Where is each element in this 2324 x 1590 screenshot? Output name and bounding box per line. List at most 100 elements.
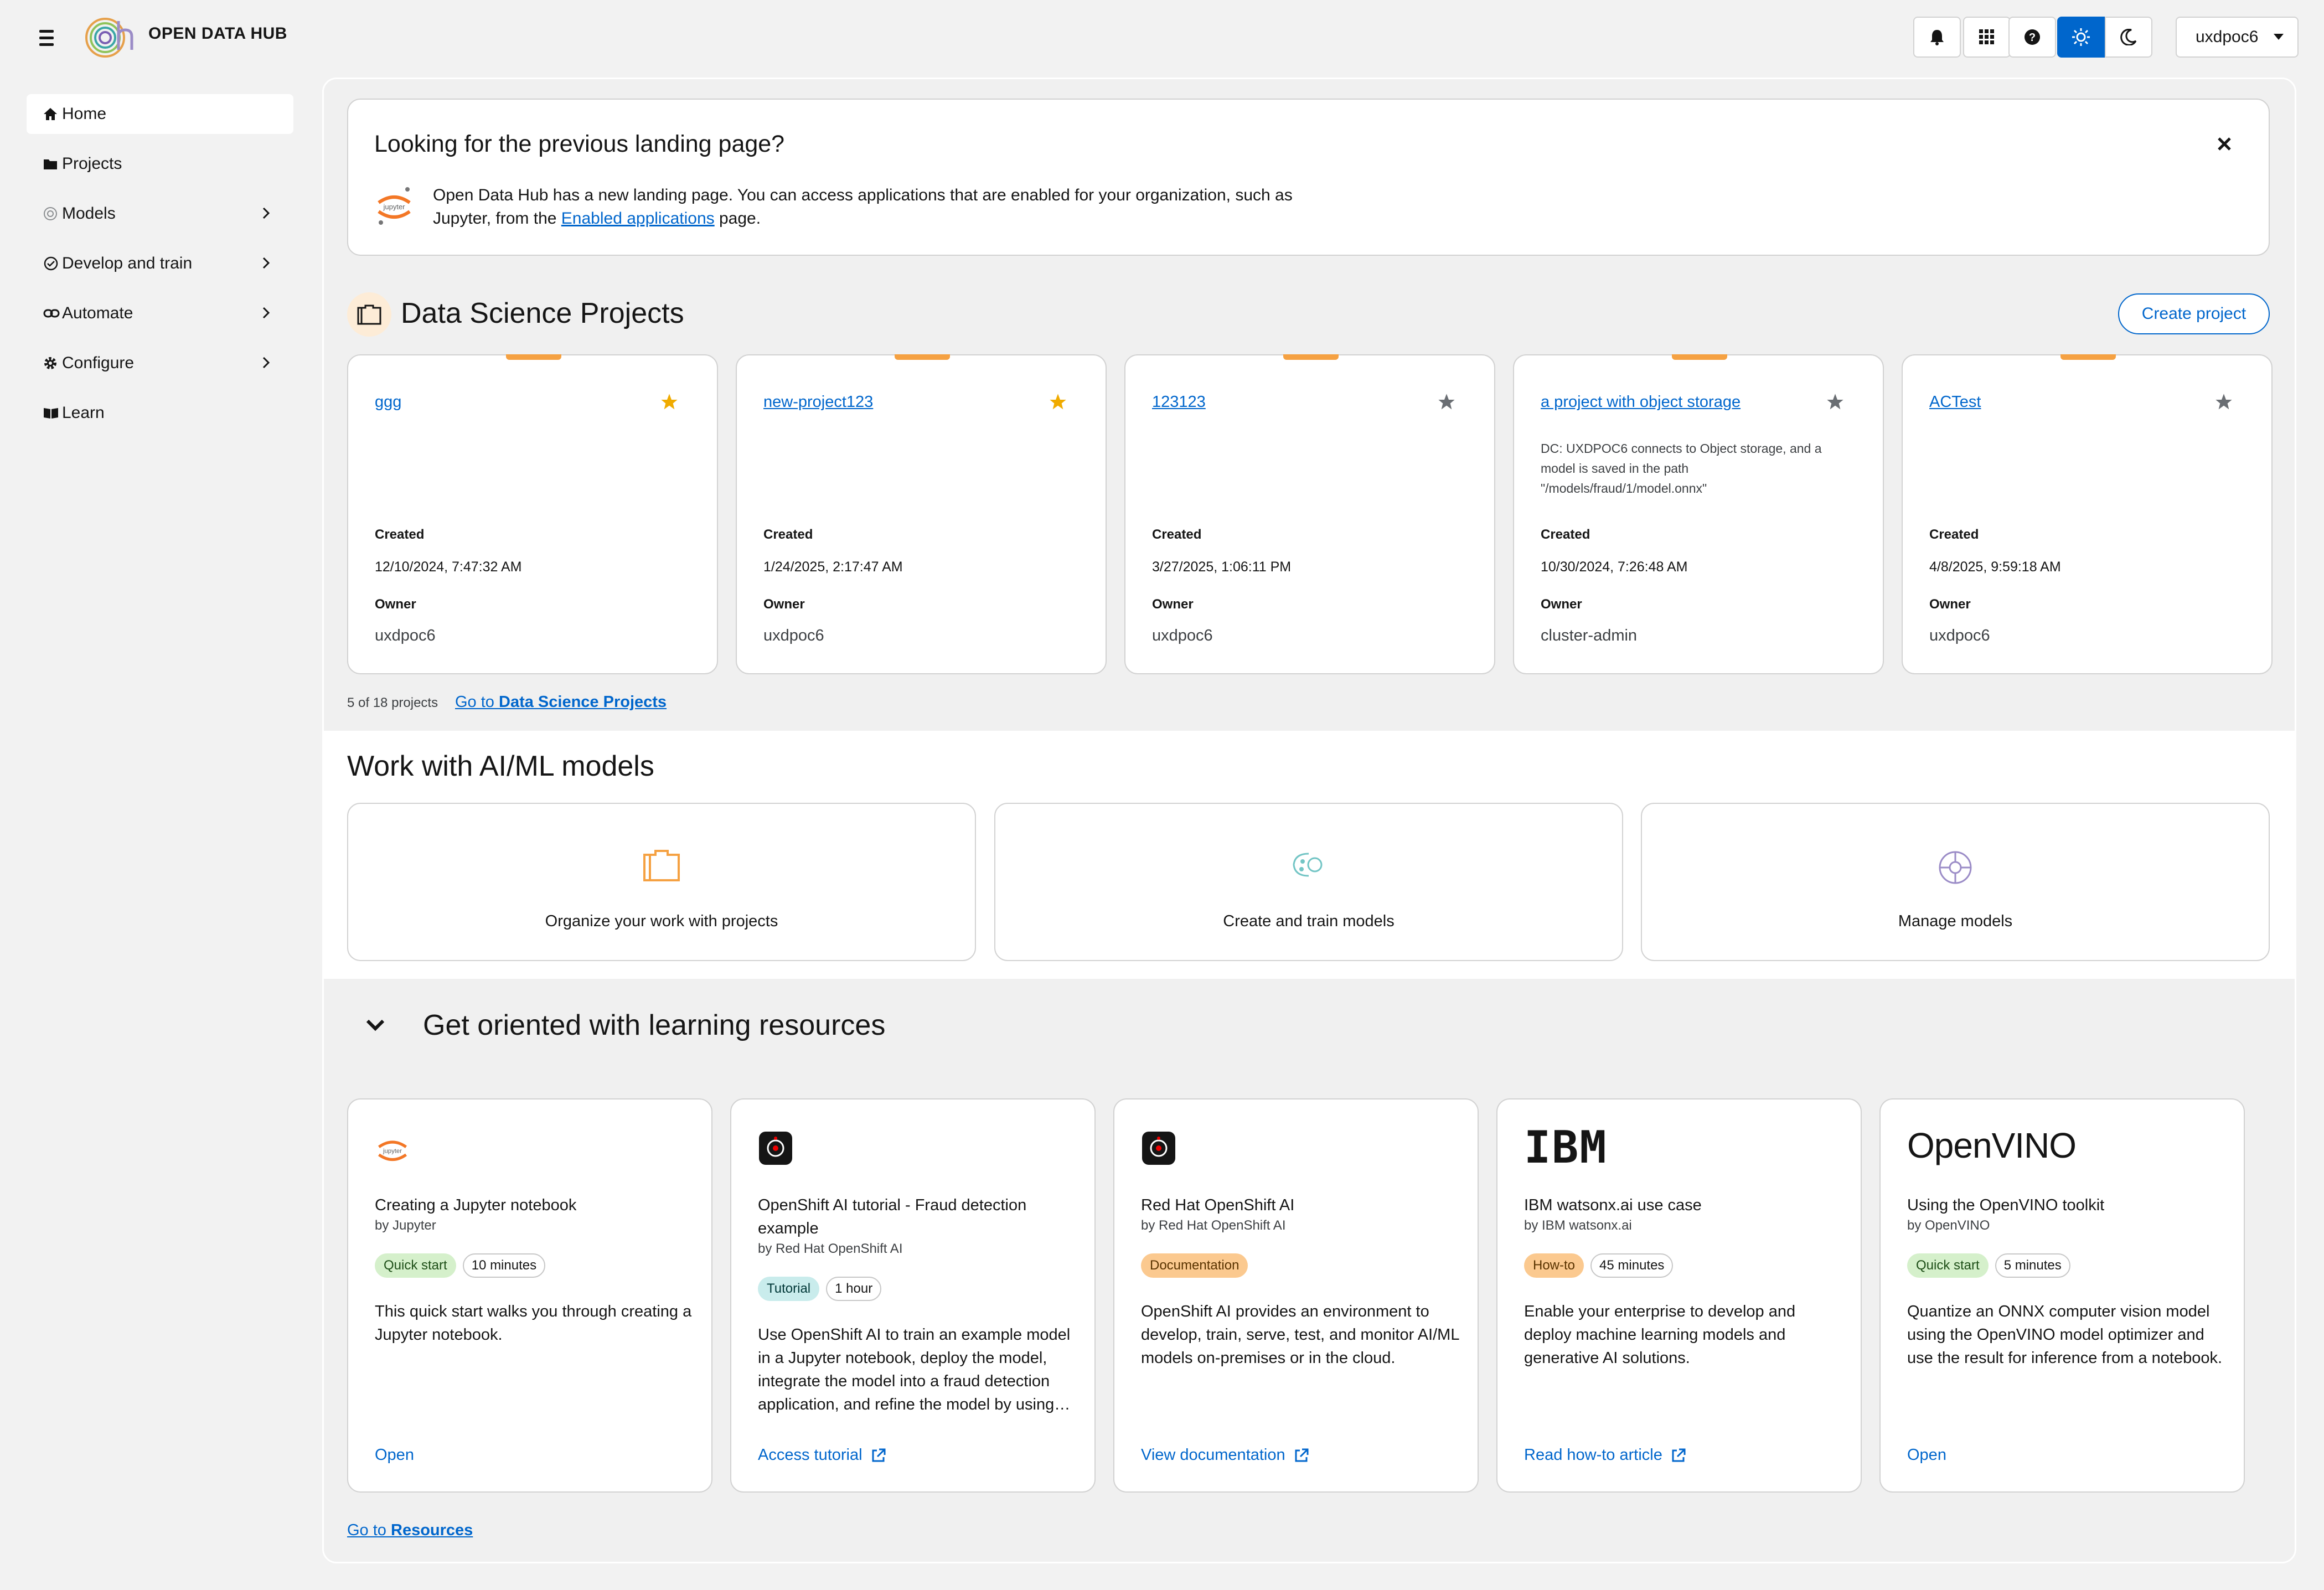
chevron-down-icon [366,1019,385,1031]
resource-type-badge: Quick start [375,1253,456,1278]
project-name-link[interactable]: 123123 [1152,393,1206,411]
star-icon[interactable] [2215,393,2233,411]
project-description: DC: UXDPOC6 connects to Object storage, … [1541,441,1822,495]
resource-description: Use OpenShift AI to train an example mod… [758,1326,1071,1413]
resource-description: Quantize an ONNX computer vision model u… [1907,1303,2223,1367]
created-value: 12/10/2024, 7:47:32 AM [375,559,522,575]
projects-section-icon [347,292,391,337]
resource-card: OpenShift AI tutorial - Fraud detection … [730,1098,1096,1493]
project-count: 5 of 18 projects [347,695,438,710]
close-icon [2218,137,2231,151]
nav-item-home[interactable]: Home [27,94,293,134]
star-icon[interactable] [1049,393,1067,411]
nav-item-learn[interactable]: Learn [27,393,293,433]
nav-item-configure[interactable]: Configure [27,343,293,383]
project-name-link[interactable]: ACTest [1929,393,1981,411]
ibm-logo: IBM [1524,1122,1608,1173]
resource-provider: by Red Hat OpenShift AI [1141,1218,1286,1233]
openshift-ai-logo [1142,1132,1175,1165]
resource-action-link[interactable]: View documentation [1141,1446,1309,1464]
nav-label: Projects [62,154,122,173]
chevron-right-icon [262,357,270,369]
owner-label: Owner [375,597,416,612]
go-to-resources-link[interactable]: Go to Resources [347,1521,473,1540]
chevron-right-icon [262,257,270,269]
created-value: 4/8/2025, 9:59:18 AM [1929,559,2061,575]
hamburger-menu-button[interactable] [34,25,59,50]
jupyter-logo: jupyter [378,1140,407,1161]
sun-icon [2072,28,2090,46]
jupyter-logo: jupyter [374,184,414,228]
created-label: Created [1929,527,1979,542]
card-label: Organize your work with projects [545,912,778,930]
resource-description: OpenShift AI provides an environment to … [1141,1303,1459,1367]
resource-title: Red Hat OpenShift AI [1141,1196,1295,1214]
owner-label: Owner [1152,597,1194,612]
resource-title: IBM watsonx.ai use case [1524,1196,1702,1214]
star-icon[interactable] [660,393,678,411]
resource-type-badge: How-to [1524,1253,1584,1278]
resource-card: OpenVINO Using the OpenVINO toolkit by O… [1879,1098,2245,1493]
light-theme-toggle[interactable] [2057,17,2105,58]
user-menu-toggle[interactable]: uxdpoc6 [2176,17,2299,58]
section-title-ai-ml: Work with AI/ML models [347,750,654,782]
project-card: ACTest Created 4/8/2025, 9:59:18 AM Owne… [1902,354,2273,674]
star-icon[interactable] [1826,393,1844,411]
resource-description: This quick start walks you through creat… [375,1303,692,1344]
created-value: 10/30/2024, 7:26:48 AM [1541,559,1688,575]
external-link-icon [1672,1448,1686,1462]
go-to-projects-link[interactable]: Go to Data Science Projects [455,693,667,711]
external-link-icon [1295,1448,1309,1462]
resource-action-link[interactable]: Open [375,1446,414,1464]
nav-item-models[interactable]: Models [27,194,293,234]
create-train-models-card[interactable]: Create and train models [994,803,1623,961]
resource-title: Creating a Jupyter notebook [375,1196,577,1214]
owner-label: Owner [1541,597,1582,612]
resource-card: IBM IBM watsonx.ai use case by IBM watso… [1496,1098,1862,1493]
book-icon [44,408,58,419]
created-value: 1/24/2025, 2:17:47 AM [763,559,903,575]
project-name-link[interactable]: ggg [375,393,401,411]
duration-badge: 5 minutes [1995,1253,2070,1278]
organize-projects-card[interactable]: Organize your work with projects [347,803,976,961]
nav-item-projects[interactable]: Projects [27,144,293,184]
nav-label: Learn [62,404,105,422]
create-project-button[interactable]: Create project [2118,293,2270,334]
caret-down-icon [2274,34,2284,40]
resource-action-link[interactable]: Access tutorial [758,1446,886,1464]
enabled-applications-link[interactable]: Enabled applications [561,209,715,228]
star-icon[interactable] [1438,393,1455,411]
duration-badge: 10 minutes [462,1253,546,1278]
help-button[interactable]: ? [2008,17,2056,58]
nav-label: Configure [62,354,135,372]
resource-title: OpenShift AI tutorial - Fraud detection … [758,1196,1027,1237]
project-name-link[interactable]: a project with object storage [1541,393,1741,411]
alert-close-button[interactable] [2213,133,2235,155]
nav-item-automate[interactable]: Automate [27,293,293,333]
project-name-link[interactable]: new-project123 [763,393,873,411]
owner-value: uxdpoc6 [375,627,436,644]
resource-provider: by OpenVINO [1907,1218,1990,1233]
dark-theme-toggle[interactable] [2105,17,2152,58]
resource-action-link[interactable]: Open [1907,1446,1946,1464]
bell-icon [1930,30,1944,45]
manage-models-card[interactable]: Manage models [1641,803,2270,961]
model-train-icon [1293,853,1323,877]
notifications-button[interactable] [1913,17,1961,58]
external-link-icon [872,1448,886,1462]
learning-toggle-button[interactable] [365,1016,385,1033]
resource-action-link[interactable]: Read how-to article [1524,1446,1686,1464]
section-title-data-science-projects: Data Science Projects [401,297,684,329]
resource-title: Using the OpenVINO toolkit [1907,1196,2105,1214]
nav-label: Develop and train [62,254,193,272]
resource-description: Enable your enterprise to develop and de… [1524,1303,1796,1367]
gear-icon [44,357,56,369]
chevron-right-icon [262,307,270,319]
nav-label: Home [62,105,107,123]
user-name: uxdpoc6 [2196,28,2259,46]
chevron-right-icon [262,207,270,219]
brain-icon [1939,851,1972,884]
nav-item-develop-and-train[interactable]: Develop and train [27,244,293,283]
nav-label: Models [62,204,116,223]
app-launcher-button[interactable] [1963,17,2011,58]
